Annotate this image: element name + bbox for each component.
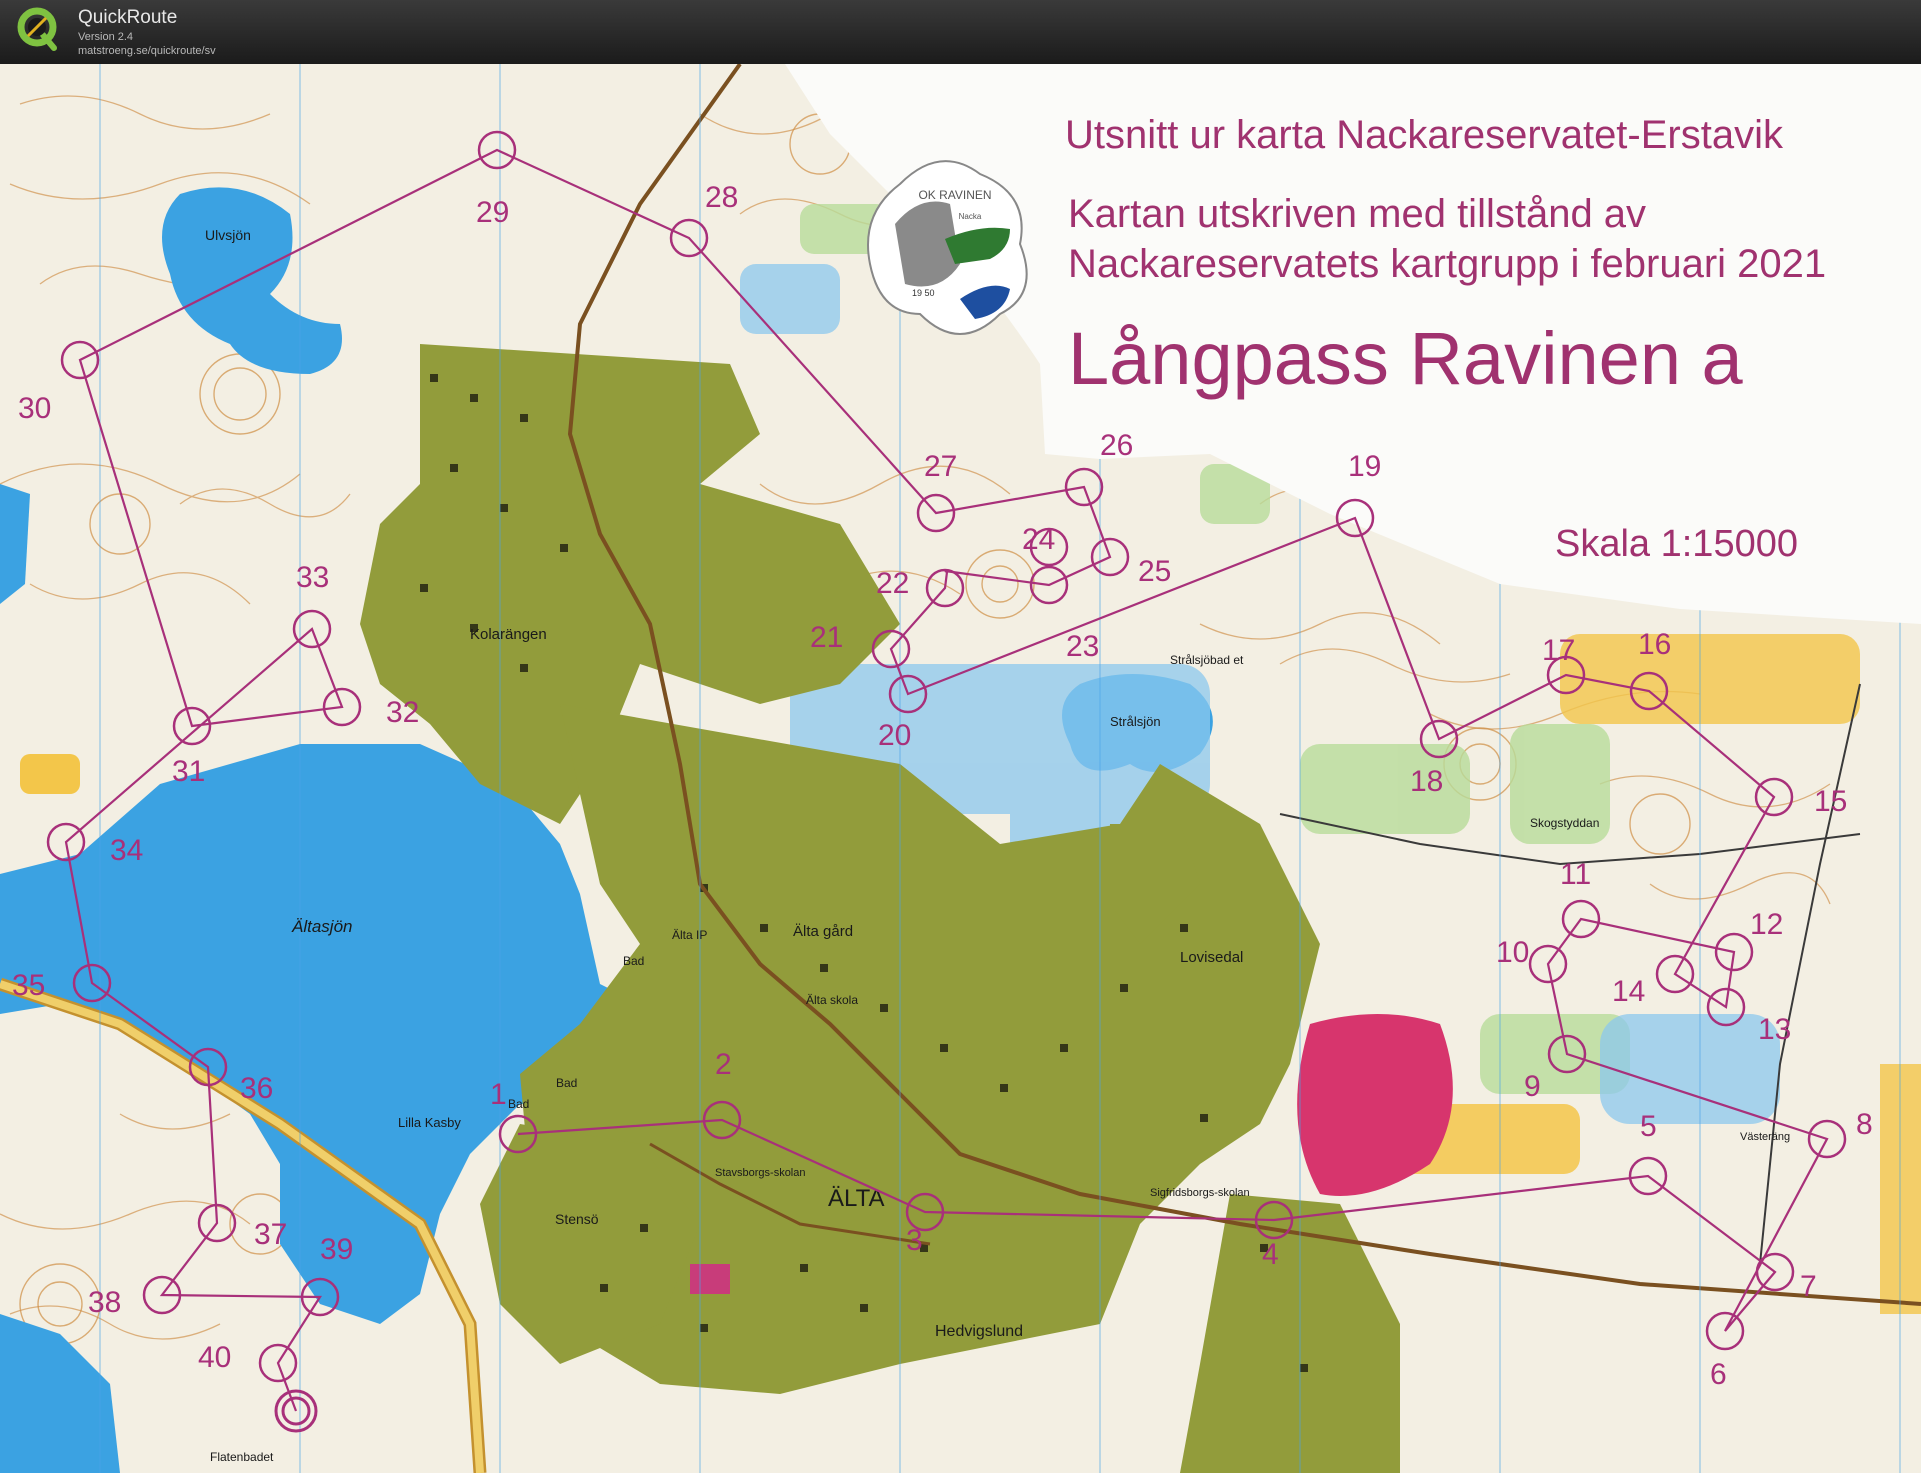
control-number-2: 2	[715, 1048, 732, 1081]
place-stralsjobadet: Strålsjöbad et	[1170, 653, 1244, 667]
control-number-22: 22	[876, 567, 909, 600]
app-version: Version 2.4	[78, 31, 134, 43]
control-number-29: 29	[476, 196, 509, 229]
control-number-32: 32	[386, 696, 419, 729]
place-alta-skola: Älta skola	[806, 993, 858, 1007]
place-hedvigslund: Hedvigslund	[935, 1323, 1023, 1340]
control-number-40: 40	[198, 1341, 231, 1374]
control-number-12: 12	[1750, 908, 1783, 941]
control-number-18: 18	[1410, 765, 1443, 798]
control-number-1: 1	[490, 1078, 507, 1111]
place-stenso: Stensö	[555, 1211, 599, 1227]
map-header-line3: Nackareservatets kartgrupp i februari 20…	[1068, 242, 1826, 286]
place-vasterang: Västeräng	[1740, 1131, 1790, 1143]
control-number-27: 27	[924, 450, 957, 483]
map-scale: Skala 1:15000	[1555, 523, 1798, 565]
control-number-7: 7	[1800, 1270, 1817, 1303]
place-bad-3: Bad	[556, 1076, 577, 1090]
course-title: Långpass Ravinen a	[1068, 317, 1744, 400]
club-logo-year: 19 50	[912, 288, 935, 298]
place-lovisedal: Lovisedal	[1180, 949, 1243, 966]
place-sigtunaskolan: Sigfridsborgs-skolan	[1150, 1187, 1250, 1199]
app-url: matstroeng.se/quickroute/sv	[78, 45, 216, 57]
control-number-17: 17	[1542, 634, 1575, 667]
control-number-8: 8	[1856, 1108, 1873, 1141]
control-number-23: 23	[1066, 630, 1099, 663]
control-number-13: 13	[1758, 1013, 1791, 1046]
map-header-line2: Kartan utskriven med tillstånd av	[1068, 192, 1646, 236]
control-number-19: 19	[1348, 450, 1381, 483]
place-stavsborgsskolan: Stavsborgs-skolan	[715, 1167, 806, 1179]
title-bar: QuickRoute Version 2.4 matstroeng.se/qui…	[0, 0, 1921, 66]
place-ulvsjon: Ulvsjön	[205, 227, 251, 243]
club-logo-name: OK RAVINEN	[918, 188, 991, 202]
control-number-15: 15	[1814, 785, 1847, 818]
restricted-area-small	[690, 1264, 730, 1294]
control-number-25: 25	[1138, 555, 1171, 588]
place-lilla-kasby: Lilla Kasby	[398, 1115, 461, 1130]
control-number-31: 31	[172, 755, 205, 788]
control-number-11: 11	[1560, 858, 1591, 891]
control-number-38: 38	[88, 1286, 121, 1319]
control-number-39: 39	[320, 1233, 353, 1266]
control-number-36: 36	[240, 1072, 273, 1105]
control-number-24: 24	[1022, 523, 1055, 556]
place-flatenbadet: Flatenbadet	[210, 1450, 274, 1464]
quickroute-logo-icon	[17, 7, 57, 51]
control-number-9: 9	[1524, 1070, 1541, 1103]
control-number-30: 30	[18, 392, 51, 425]
control-number-28: 28	[705, 181, 738, 214]
control-number-35: 35	[12, 969, 45, 1002]
place-skogstyddan: Skogstyddan	[1530, 816, 1599, 830]
control-number-21: 21	[810, 621, 843, 654]
control-number-3: 3	[906, 1224, 923, 1257]
orienteering-map-view[interactable]: OK RAVINEN Nacka 19 50 Utsnitt ur karta …	[0, 64, 1921, 1473]
club-logo-sub: Nacka	[959, 212, 982, 221]
control-number-34: 34	[110, 834, 143, 867]
control-number-6: 6	[1710, 1358, 1727, 1391]
place-bad-2: Bad	[508, 1097, 529, 1111]
control-number-33: 33	[296, 561, 329, 594]
place-stralsjon: Strålsjön	[1110, 714, 1161, 729]
control-number-26: 26	[1100, 429, 1133, 462]
place-altasjon: Ältasjön	[291, 917, 352, 936]
control-number-5: 5	[1640, 1110, 1657, 1143]
control-number-4: 4	[1262, 1238, 1279, 1271]
place-alta-gard: Älta gård	[793, 923, 853, 940]
control-number-16: 16	[1638, 628, 1671, 661]
control-number-20: 20	[878, 719, 911, 752]
place-bad-1: Bad	[623, 954, 644, 968]
control-number-37: 37	[254, 1218, 287, 1251]
control-number-14: 14	[1612, 975, 1645, 1008]
place-alta-ip: Älta IP	[672, 928, 707, 942]
map-header-line1: Utsnitt ur karta Nackareservatet-Erstavi…	[1065, 113, 1784, 157]
place-kolarangen: Kolarängen	[470, 626, 547, 643]
control-number-10: 10	[1496, 936, 1529, 969]
app-title: QuickRoute	[78, 7, 178, 28]
